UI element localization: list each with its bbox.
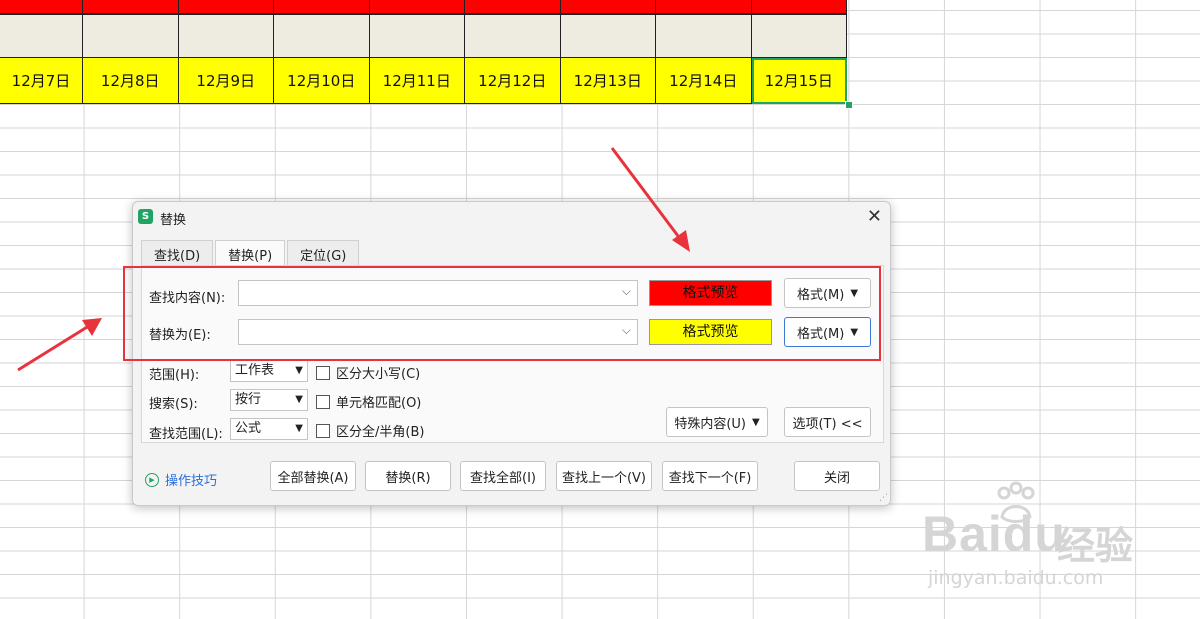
date-cell[interactable]: 12月12日: [465, 58, 561, 104]
date-cell[interactable]: 12月11日: [369, 58, 465, 104]
date-cell[interactable]: 12月13日: [560, 58, 656, 104]
watermark-url: jingyan.baidu.com: [928, 567, 1104, 589]
scope-label: 范围(H):: [149, 368, 200, 383]
tab-find[interactable]: 查找(D): [141, 240, 214, 266]
cell[interactable]: [369, 0, 465, 14]
date-row: 12月7日 12月8日 12月9日 12月10日 12月11日 12月12日 1…: [0, 58, 848, 104]
caret-down-icon: ▼: [295, 365, 303, 376]
baidu-watermark: Baidu 经验 jingyan.baidu.com: [922, 481, 1182, 595]
caret-down-icon: ▼: [295, 423, 303, 434]
fill-handle[interactable]: [845, 101, 853, 109]
play-icon: ▶: [145, 472, 159, 487]
special-content-button[interactable]: 特殊内容(U) ▼: [666, 407, 768, 437]
find-all-button[interactable]: 查找全部(I): [460, 461, 546, 491]
close-button[interactable]: 关闭: [794, 461, 880, 491]
find-previous-button[interactable]: 查找上一个(V): [556, 461, 652, 491]
cell[interactable]: [369, 14, 465, 58]
cell[interactable]: [178, 14, 274, 58]
resize-grip-icon[interactable]: ⋰: [879, 493, 888, 503]
active-date-cell[interactable]: 12月15日: [751, 58, 847, 104]
find-next-button[interactable]: 查找下一个(F): [662, 461, 758, 491]
checkbox-box[interactable]: [316, 365, 330, 380]
caret-down-icon: ▼: [295, 394, 303, 405]
dialog-titlebar[interactable]: S 替换 ✕: [133, 202, 890, 232]
match-width-checkbox[interactable]: 区分全/半角(B): [316, 421, 424, 440]
cell[interactable]: [178, 0, 274, 14]
search-label: 搜索(S):: [149, 397, 198, 412]
cell[interactable]: [83, 14, 179, 58]
tips-label: 操作技巧: [165, 474, 218, 489]
tab-bar: 查找(D) 替换(P) 定位(G): [141, 240, 361, 266]
lookin-label: 查找范围(L):: [149, 427, 223, 442]
lookin-select[interactable]: 公式 ▼: [230, 418, 308, 440]
checkbox-box[interactable]: [316, 423, 330, 438]
wps-sheet-icon: S: [138, 209, 153, 224]
annotation-arrow-left: [17, 318, 102, 372]
date-cell[interactable]: 12月7日: [0, 58, 83, 104]
dialog-title: 替换: [160, 213, 187, 228]
replace-all-button[interactable]: 全部替换(A): [270, 461, 356, 491]
cell[interactable]: [656, 0, 752, 14]
match-case-checkbox[interactable]: 区分大小写(C): [316, 363, 420, 382]
tab-replace[interactable]: 替换(P): [215, 240, 286, 266]
search-select[interactable]: 按行 ▼: [230, 389, 308, 411]
cell[interactable]: [274, 14, 370, 58]
match-cell-label: 单元格匹配(O): [336, 396, 422, 411]
cell[interactable]: [751, 0, 847, 14]
replace-button[interactable]: 替换(R): [365, 461, 451, 491]
cell[interactable]: [83, 0, 179, 14]
search-value: 按行: [235, 392, 262, 407]
tab-goto[interactable]: 定位(G): [287, 240, 360, 266]
annotation-highlight-box: [123, 266, 881, 361]
checkbox-box[interactable]: [316, 394, 330, 409]
cell[interactable]: [0, 0, 83, 14]
cell[interactable]: [465, 0, 561, 14]
cell[interactable]: [656, 14, 752, 58]
annotation-arrow-top: [610, 147, 690, 252]
watermark-cn: 经验: [1057, 524, 1134, 568]
scope-value: 工作表: [235, 363, 275, 378]
date-cell[interactable]: 12月8日: [83, 58, 179, 104]
cell[interactable]: [751, 14, 847, 58]
watermark-brand: Baidu: [922, 506, 1066, 562]
beige-row: [0, 14, 848, 58]
options-button[interactable]: 选项(T) <<: [784, 407, 871, 437]
cell[interactable]: [0, 14, 83, 58]
cell[interactable]: [274, 0, 370, 14]
match-cell-checkbox[interactable]: 单元格匹配(O): [316, 392, 421, 411]
date-cell[interactable]: 12月10日: [274, 58, 370, 104]
match-width-label: 区分全/半角(B): [336, 425, 425, 440]
match-case-label: 区分大小写(C): [336, 367, 421, 382]
close-icon[interactable]: ✕: [867, 206, 882, 227]
special-content-label: 特殊内容(U): [674, 416, 746, 432]
caret-down-icon: ▼: [751, 416, 760, 428]
tips-link[interactable]: ▶ 操作技巧: [145, 470, 217, 489]
scope-select[interactable]: 工作表 ▼: [230, 360, 308, 382]
red-header-row: [0, 0, 848, 14]
date-cell[interactable]: 12月9日: [178, 58, 274, 104]
cell[interactable]: [465, 14, 561, 58]
cell[interactable]: [560, 14, 656, 58]
cell[interactable]: [560, 0, 656, 14]
date-cell[interactable]: 12月14日: [656, 58, 752, 104]
lookin-value: 公式: [235, 421, 262, 436]
